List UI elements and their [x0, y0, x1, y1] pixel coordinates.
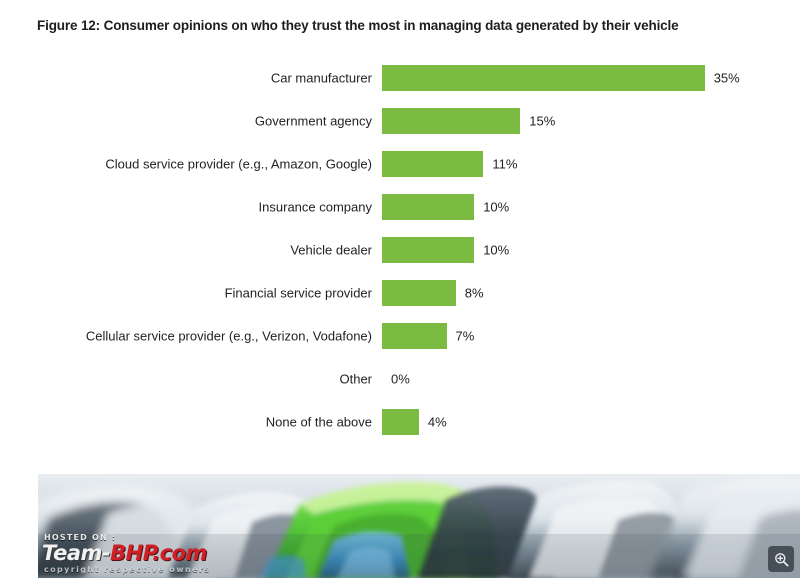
page-title: Figure 12: Consumer opinions on who they…: [37, 18, 679, 33]
bar-row: Other 0%: [0, 366, 800, 392]
bar-category-label: Financial service provider: [224, 285, 372, 301]
bar: [382, 108, 521, 134]
bar: [382, 151, 484, 177]
bar: [382, 280, 456, 306]
bar: [382, 237, 475, 263]
article-photo: HOSTED ON : Team-BHP.com copyright respe…: [38, 474, 800, 578]
bar-value-label: 4%: [427, 414, 447, 430]
bar-value-label: 10%: [483, 199, 510, 215]
bar-value-label: 0%: [391, 371, 410, 387]
bar-track: [382, 280, 456, 306]
bar-value-label: 11%: [492, 156, 518, 172]
bar-row: Car manufacturer 35%: [0, 65, 800, 91]
bar: [382, 65, 705, 91]
bar-track: [382, 409, 419, 435]
bar-track: [382, 108, 521, 134]
bar: [382, 409, 419, 435]
magnifier-plus-icon: [774, 552, 788, 566]
bar-value-label: 7%: [455, 328, 475, 344]
bar-value-label: 15%: [529, 113, 556, 129]
bar-row: Cellular service provider (e.g., Verizon…: [0, 323, 800, 349]
bar-category-label: None of the above: [265, 414, 372, 430]
bar-value-label: 8%: [464, 285, 484, 301]
bar-track: [382, 194, 475, 220]
bar-category-label: Vehicle dealer: [290, 242, 372, 258]
bar-category-label: Cellular service provider (e.g., Verizon…: [85, 328, 372, 344]
bar-value-label: 10%: [483, 242, 510, 258]
bar-value-label: 35%: [713, 70, 740, 86]
bar-row: Financial service provider 8%: [0, 280, 800, 306]
bar-row: Insurance company 10%: [0, 194, 800, 220]
bar: [382, 323, 447, 349]
bar-row: None of the above 4%: [0, 409, 800, 435]
bar-category-label: Government agency: [254, 113, 372, 129]
bar-category-label: Insurance company: [258, 199, 372, 215]
bar-track: [382, 237, 475, 263]
bar-category-label: Other: [339, 371, 372, 387]
bar-row: Government agency 15%: [0, 108, 800, 134]
bar-track: [382, 151, 484, 177]
bar-chart: Car manufacturer 35% Government agency 15% C…: [0, 60, 800, 460]
bar-category-label: Cloud service provider (e.g., Amazon, Go…: [105, 156, 372, 172]
photo-graphic: [38, 474, 800, 578]
bar-category-label: Car manufacturer: [270, 70, 372, 86]
bar-track: [382, 65, 705, 91]
bar-row: Cloud service provider (e.g., Amazon, Go…: [0, 151, 800, 177]
bar-row: Vehicle dealer 10%: [0, 237, 800, 263]
bar-track: [382, 323, 447, 349]
bar: [382, 194, 475, 220]
zoom-in-button[interactable]: [768, 546, 794, 572]
